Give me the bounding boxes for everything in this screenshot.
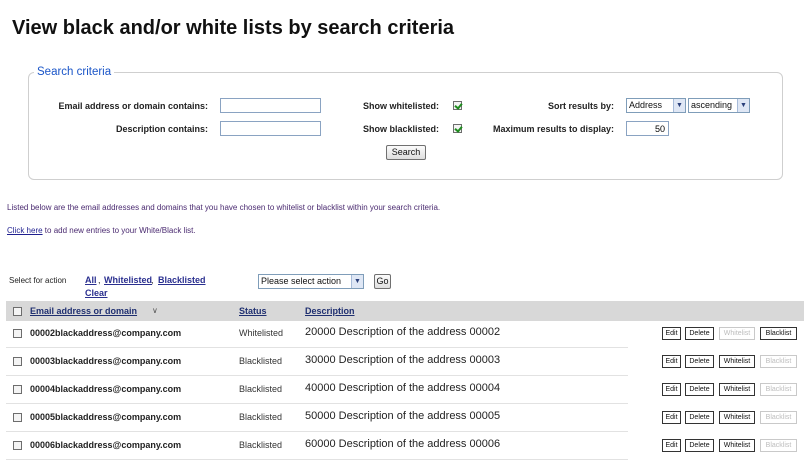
row-whitelist-button: Whitelist — [719, 327, 755, 340]
select-for-action-label: Select for action — [9, 276, 67, 285]
row-blacklist-button: Blacklist — [760, 439, 797, 452]
email-filter-input[interactable] — [220, 98, 321, 113]
row-email: 00003blackaddress@company.com — [30, 356, 182, 366]
row-checkbox[interactable] — [13, 385, 22, 394]
table-row: 00004blackaddress@company.com Blacklisted… — [6, 376, 804, 404]
sort-field-value: Address — [629, 100, 663, 110]
row-status: Blacklisted — [239, 356, 283, 366]
bulk-action-select[interactable]: Please select action ▼ — [258, 274, 364, 289]
description-filter-input[interactable] — [220, 121, 321, 136]
description-filter-label: Description contains: — [115, 124, 208, 134]
go-button[interactable]: Go — [374, 274, 391, 289]
separator: , — [151, 275, 154, 285]
sort-order-select[interactable]: ascending ▼ — [688, 98, 750, 113]
row-blacklist-button: Blacklist — [760, 411, 797, 424]
sort-order-value: ascending — [691, 100, 733, 110]
row-delete-button[interactable]: Delete — [685, 327, 714, 340]
add-entries-suffix: to add new entries to your White/Black l… — [42, 226, 196, 235]
row-blacklist-button[interactable]: Blacklist — [760, 327, 797, 340]
select-whitelisted-link[interactable]: Whitelisted — [104, 275, 152, 285]
select-all-checkbox[interactable] — [13, 307, 22, 316]
sort-indicator-icon: ∨ — [152, 306, 158, 315]
column-header-description[interactable]: Description — [305, 306, 355, 316]
max-results-label: Maximum results to display: — [492, 124, 614, 134]
row-whitelist-button[interactable]: Whitelist — [719, 439, 755, 452]
show-blacklisted-label: Show blacklisted: — [362, 124, 439, 134]
separator: , — [98, 275, 101, 285]
listed-info-text: Listed below are the email addresses and… — [7, 203, 441, 212]
row-description: 40000 Description of the address 00004 — [305, 382, 501, 394]
row-description: 20000 Description of the address 00002 — [305, 326, 501, 338]
show-whitelisted-label: Show whitelisted: — [362, 101, 439, 111]
row-delete-button[interactable]: Delete — [685, 383, 714, 396]
table-row: 00003blackaddress@company.com Blacklisted… — [6, 348, 804, 376]
click-here-link[interactable]: Click here — [7, 226, 43, 235]
row-delete-button[interactable]: Delete — [685, 355, 714, 368]
search-button[interactable]: Search — [386, 145, 426, 160]
table-header: Email address or domain ∨ Status Descrip… — [6, 301, 804, 321]
clear-selection-link[interactable]: Clear — [85, 288, 108, 298]
sort-field-select[interactable]: Address ▼ — [626, 98, 686, 113]
column-header-email[interactable]: Email address or domain — [30, 306, 137, 316]
row-email: 00005blackaddress@company.com — [30, 412, 182, 422]
row-checkbox[interactable] — [13, 413, 22, 422]
row-status: Blacklisted — [239, 412, 283, 422]
row-status: Whitelisted — [239, 328, 284, 338]
row-description: 50000 Description of the address 00005 — [305, 410, 501, 422]
table-row: 00002blackaddress@company.com Whitelisted… — [6, 320, 804, 348]
row-email: 00006blackaddress@company.com — [30, 440, 182, 450]
table-row: 00006blackaddress@company.com Blacklisted… — [6, 432, 804, 460]
row-checkbox[interactable] — [13, 329, 22, 338]
chevron-down-icon: ▼ — [351, 275, 363, 288]
bulk-action-value: Please select action — [261, 276, 342, 286]
select-blacklisted-link[interactable]: Blacklisted — [158, 275, 206, 285]
row-edit-button[interactable]: Edit — [662, 383, 681, 396]
show-whitelisted-checkbox[interactable] — [453, 101, 462, 110]
row-email: 00004blackaddress@company.com — [30, 384, 182, 394]
row-checkbox[interactable] — [13, 441, 22, 450]
chevron-down-icon: ▼ — [737, 99, 749, 112]
select-all-link[interactable]: All — [85, 275, 97, 285]
add-entries-text: Click here to add new entries to your Wh… — [7, 226, 196, 235]
column-header-status[interactable]: Status — [239, 306, 267, 316]
row-description: 60000 Description of the address 00006 — [305, 438, 501, 450]
row-checkbox[interactable] — [13, 357, 22, 366]
row-delete-button[interactable]: Delete — [685, 439, 714, 452]
row-edit-button[interactable]: Edit — [662, 439, 681, 452]
max-results-input[interactable] — [626, 121, 669, 136]
search-criteria-panel: Search criteria Email address or domain … — [28, 66, 783, 180]
row-delete-button[interactable]: Delete — [685, 411, 714, 424]
row-email: 00002blackaddress@company.com — [30, 328, 182, 338]
row-edit-button[interactable]: Edit — [662, 327, 681, 340]
row-whitelist-button[interactable]: Whitelist — [719, 383, 755, 396]
row-status: Blacklisted — [239, 384, 283, 394]
show-blacklisted-checkbox[interactable] — [453, 124, 462, 133]
row-status: Blacklisted — [239, 440, 283, 450]
sort-by-label: Sort results by: — [547, 101, 614, 111]
page-title: View black and/or white lists by search … — [12, 17, 455, 39]
row-blacklist-button: Blacklist — [760, 355, 797, 368]
search-criteria-legend: Search criteria — [34, 66, 115, 78]
email-filter-label: Email address or domain contains: — [58, 101, 208, 111]
chevron-down-icon: ▼ — [673, 99, 685, 112]
row-description: 30000 Description of the address 00003 — [305, 354, 501, 366]
row-whitelist-button[interactable]: Whitelist — [719, 411, 755, 424]
row-edit-button[interactable]: Edit — [662, 355, 681, 368]
table-row: 00005blackaddress@company.com Blacklisted… — [6, 404, 804, 432]
row-edit-button[interactable]: Edit — [662, 411, 681, 424]
row-blacklist-button: Blacklist — [760, 383, 797, 396]
row-whitelist-button[interactable]: Whitelist — [719, 355, 755, 368]
